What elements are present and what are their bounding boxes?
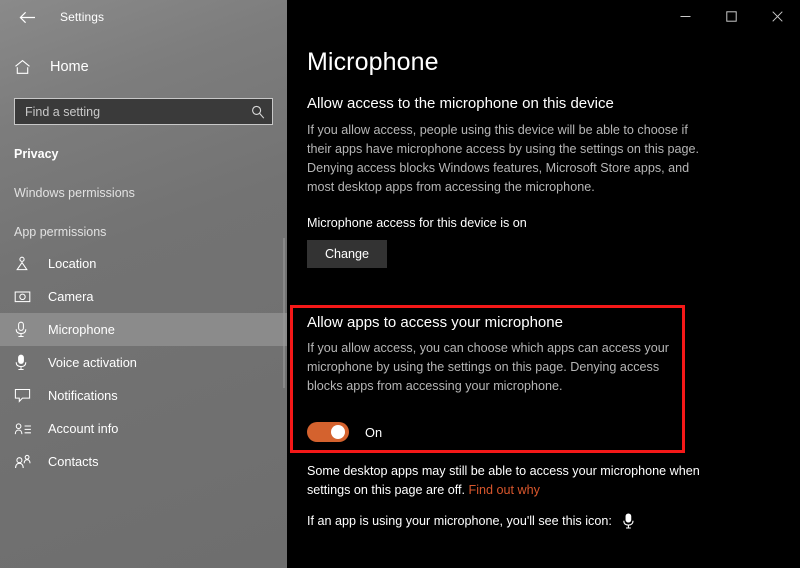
sidebar-item-notifications-label: Notifications xyxy=(48,388,118,403)
device-access-status: Microphone access for this device is on xyxy=(307,216,527,230)
device-access-section: Allow access to the microphone on this d… xyxy=(307,95,707,197)
search-box[interactable] xyxy=(14,98,273,125)
page-title: Microphone xyxy=(307,48,439,76)
sidebar-item-home[interactable]: Home xyxy=(0,48,287,86)
back-arrow-icon[interactable] xyxy=(12,4,42,30)
sidebar-item-voice-activation[interactable]: Voice activation xyxy=(0,346,287,379)
sidebar-item-location[interactable]: Location xyxy=(0,247,287,280)
main-content: Microphone Allow access to the microphon… xyxy=(287,0,800,568)
apps-access-section: Allow apps to access your microphone If … xyxy=(307,314,685,396)
change-button[interactable]: Change xyxy=(307,240,387,268)
sidebar-titlebar: Settings xyxy=(0,0,287,34)
voice-activation-microphone-icon xyxy=(14,354,40,371)
microphone-icon xyxy=(14,321,40,338)
apps-access-toggle[interactable] xyxy=(307,422,349,442)
toggle-knob xyxy=(331,425,345,439)
sidebar-item-account-info-label: Account info xyxy=(48,421,119,436)
sidebar-item-notifications[interactable]: Notifications xyxy=(0,379,287,412)
sidebar-scrollbar[interactable] xyxy=(283,238,285,388)
sidebar-item-location-label: Location xyxy=(48,256,97,271)
search-icon[interactable] xyxy=(251,105,265,119)
notification-balloon-icon xyxy=(14,388,40,403)
window-title: Settings xyxy=(60,10,105,24)
sidebar-section-header: Privacy xyxy=(14,147,59,161)
maximize-icon[interactable] xyxy=(708,0,754,32)
camera-icon xyxy=(14,289,40,304)
microphone-icon xyxy=(622,513,635,529)
apps-access-description: If you allow access, you can choose whic… xyxy=(307,341,669,393)
microphone-icon-note-text: If an app is using your microphone, you'… xyxy=(307,514,612,528)
device-access-description: If you allow access, people using this d… xyxy=(307,123,700,194)
apps-access-toggle-label: On xyxy=(365,424,383,440)
sidebar-item-voice-activation-label: Voice activation xyxy=(48,355,137,370)
sidebar-item-microphone-label: Microphone xyxy=(48,322,115,337)
location-pin-person-icon xyxy=(14,256,40,272)
apps-access-heading: Allow apps to access your microphone xyxy=(307,314,563,331)
sidebar: Settings Home Privacy Windows permission… xyxy=(0,0,287,568)
sidebar-nav-list: Location Camera Microphone Voice activat… xyxy=(0,247,287,478)
account-info-icon xyxy=(14,422,40,436)
home-icon xyxy=(14,59,44,75)
sidebar-item-contacts-label: Contacts xyxy=(48,454,99,469)
sidebar-item-camera-label: Camera xyxy=(48,289,94,304)
sidebar-group-windows-permissions: Windows permissions xyxy=(14,186,135,200)
minimize-icon[interactable] xyxy=(662,0,708,32)
close-icon[interactable] xyxy=(754,0,800,32)
desktop-apps-note: Some desktop apps may still be able to a… xyxy=(307,462,707,500)
sidebar-item-contacts[interactable]: Contacts xyxy=(0,445,287,478)
sidebar-item-camera[interactable]: Camera xyxy=(0,280,287,313)
search-input[interactable] xyxy=(25,104,251,119)
sidebar-item-home-label: Home xyxy=(50,59,89,75)
window-controls xyxy=(662,0,800,32)
settings-window: Settings Home Privacy Windows permission… xyxy=(0,0,800,568)
find-out-why-link[interactable]: Find out why xyxy=(469,483,540,497)
sidebar-item-account-info[interactable]: Account info xyxy=(0,412,287,445)
microphone-icon-note: If an app is using your microphone, you'… xyxy=(307,513,635,529)
sidebar-item-microphone[interactable]: Microphone xyxy=(0,313,287,346)
device-access-heading: Allow access to the microphone on this d… xyxy=(307,95,614,112)
apps-access-toggle-row[interactable]: On xyxy=(307,422,382,442)
sidebar-group-app-permissions: App permissions xyxy=(14,225,107,239)
contacts-people-icon xyxy=(14,454,40,469)
